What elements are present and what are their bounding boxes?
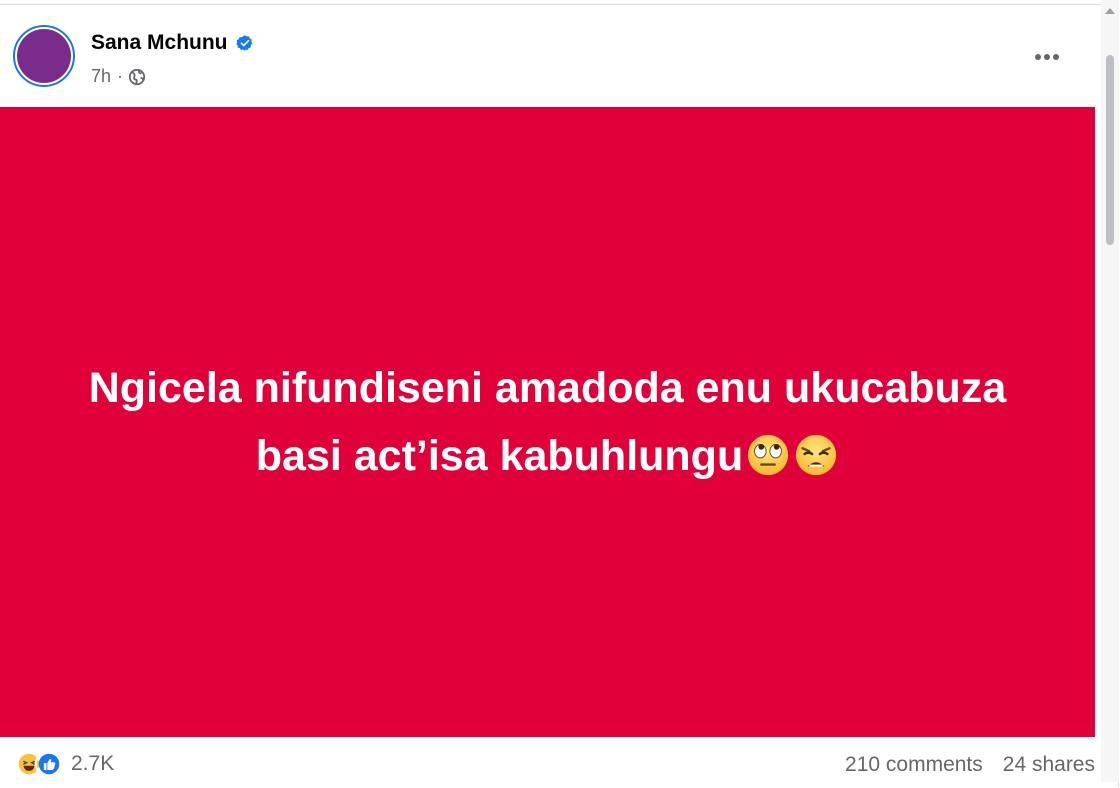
globe-icon[interactable] bbox=[128, 68, 146, 86]
avatar[interactable] bbox=[13, 25, 75, 87]
author-name-row: Sana Mchunu bbox=[91, 31, 254, 55]
post-footer: 2.7K 210 comments 24 shares bbox=[0, 737, 1095, 788]
scrollbar-thumb[interactable] bbox=[1106, 55, 1114, 245]
post-text-line-2-row: basi act’isa kabuhlungu bbox=[28, 422, 1068, 490]
face-with-rolling-eyes-emoji bbox=[748, 434, 789, 476]
post-container: Sana Mchunu 7h · Ngicela nifundiseni ama… bbox=[0, 4, 1119, 787]
more-dot bbox=[1053, 54, 1059, 60]
comments-count[interactable]: 210 comments bbox=[845, 753, 983, 777]
post-text-line-1: Ngicela nifundiseni amadoda enu ukucabuz… bbox=[88, 364, 1007, 412]
reaction-count[interactable]: 2.7K bbox=[71, 752, 114, 776]
more-dot bbox=[1035, 54, 1041, 60]
more-options-icon[interactable] bbox=[1029, 39, 1065, 75]
author-name[interactable]: Sana Mchunu bbox=[91, 31, 228, 55]
post-time[interactable]: 7h bbox=[91, 66, 111, 87]
verified-badge-icon bbox=[235, 35, 252, 51]
scroll-up-arrow-icon[interactable] bbox=[1105, 8, 1115, 14]
vertical-scrollbar[interactable] bbox=[1101, 0, 1119, 782]
reactions-summary[interactable]: 2.7K bbox=[15, 750, 114, 778]
like-reaction-icon bbox=[35, 750, 63, 778]
post-stats: 210 comments 24 shares bbox=[825, 753, 1095, 777]
more-dot bbox=[1044, 54, 1050, 60]
shares-count[interactable]: 24 shares bbox=[1003, 753, 1095, 777]
meta-separator: · bbox=[117, 66, 124, 86]
post-header: Sana Mchunu 7h · bbox=[0, 5, 1095, 107]
post-text-line-2: basi act’isa kabuhlungu bbox=[255, 432, 744, 480]
post-text: Ngicela nifundiseni amadoda enu ukucabuz… bbox=[28, 354, 1068, 490]
post-meta: 7h · bbox=[91, 66, 146, 87]
post-text-card[interactable]: Ngicela nifundiseni amadoda enu ukucabuz… bbox=[0, 107, 1095, 737]
weary-face-emoji bbox=[796, 434, 837, 476]
avatar-image bbox=[17, 29, 71, 83]
